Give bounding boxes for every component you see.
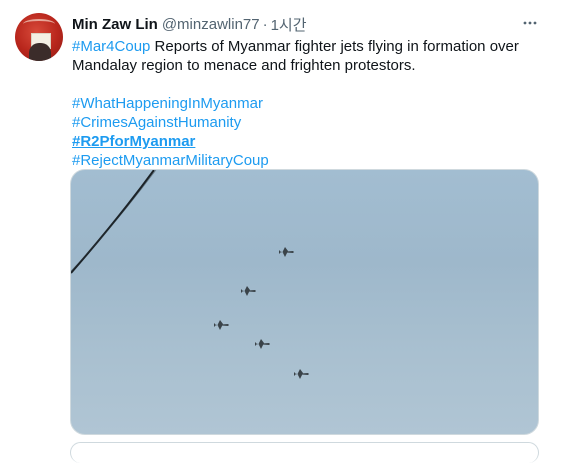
tweet-body: #Mar4Coup Reports of Myanmar fighter jet…: [72, 37, 542, 75]
hashtag-link[interactable]: #CrimesAgainstHumanity: [72, 113, 542, 132]
avatar-person: [29, 43, 51, 61]
hashtag-link[interactable]: #RejectMyanmarMilitaryCoup: [72, 151, 542, 170]
timestamp[interactable]: 1시간: [271, 14, 307, 35]
separator-dot: ·: [262, 15, 268, 33]
fighter-jet-icon: [279, 247, 294, 257]
avatar-script-decoration: [23, 19, 55, 29]
tweet[interactable]: Min Zaw Lin @minzawlin77 · 1시간 #Mar4Coup…: [0, 0, 564, 463]
tweet-header: Min Zaw Lin @minzawlin77 · 1시간: [72, 14, 307, 35]
hashtag-link[interactable]: #Mar4Coup: [72, 38, 150, 55]
avatar[interactable]: [15, 13, 63, 61]
tweet-media-photo[interactable]: [70, 169, 539, 435]
tweet-text: #Mar4Coup Reports of Myanmar fighter jet…: [72, 37, 542, 170]
fighter-jet-icon: [294, 369, 309, 379]
hashtag-link[interactable]: #WhatHappeningInMyanmar: [72, 94, 542, 113]
display-name[interactable]: Min Zaw Lin: [72, 16, 158, 33]
fighter-jet-icon: [255, 339, 270, 349]
more-horizontal-icon: [523, 21, 537, 25]
more-options-button[interactable]: [518, 14, 542, 32]
hashtag-link-focused[interactable]: #R2PforMyanmar: [72, 132, 542, 151]
user-handle[interactable]: @minzawlin77: [162, 16, 260, 33]
fighter-jet-icon: [214, 320, 229, 330]
photo-scene: [71, 170, 309, 379]
fighter-jet-icon: [241, 286, 256, 296]
next-media-card-edge: [70, 442, 539, 463]
